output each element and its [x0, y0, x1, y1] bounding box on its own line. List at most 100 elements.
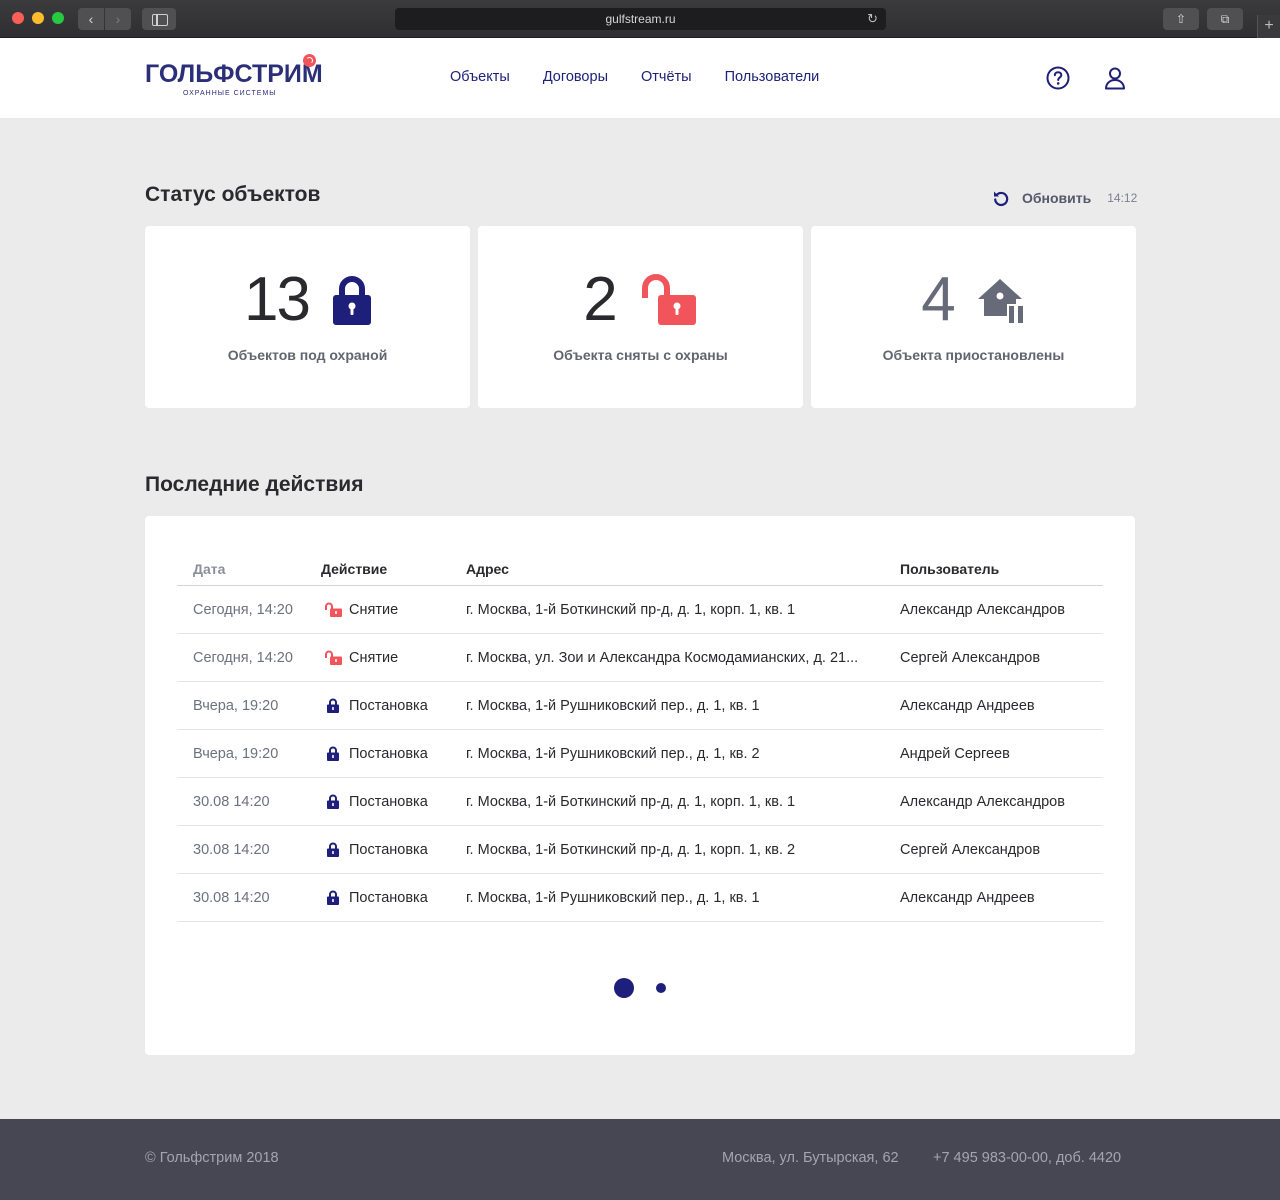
card-paused[interactable]: 4 Объекта приостановлены [811, 226, 1136, 408]
row-action: Постановка [319, 794, 466, 810]
site-footer: © Гольфстрим 2018 Москва, ул. Бутырская,… [0, 1119, 1280, 1200]
table-row[interactable]: 30.08 14:20 Постановка г. Москва, 1-й Ботк… [177, 778, 1103, 826]
disarmed-count: 2 [583, 265, 618, 334]
site-header: ГОЛЬФСТРИМ ОХРАННЫЕ СИСТЕМЫ Объекты Дого… [0, 38, 1280, 118]
row-date: 30.08 14:20 [193, 841, 270, 858]
table-row[interactable]: 30.08 14:20 Постановка г. Москва, 1-й Ботк… [177, 826, 1103, 874]
main-nav: Объекты Договоры Отчёты Пользователи [450, 69, 819, 85]
actions-panel: Дата Действие Адрес Пользователь Сегодня… [145, 516, 1135, 1055]
help-icon[interactable] [1046, 66, 1070, 90]
row-action: Постановка [319, 698, 466, 714]
table-row[interactable]: Сегодня, 14:20 Снятие г. Москва, 1-й Ботки… [177, 586, 1103, 634]
row-action-label: Постановка [349, 841, 428, 858]
reload-icon[interactable]: ↻ [867, 8, 878, 30]
row-action: Постановка [319, 890, 466, 906]
nav-contracts[interactable]: Договоры [543, 69, 608, 85]
row-user: Андрей Сергеев [900, 745, 1010, 762]
refresh-time: 14:12 [1107, 191, 1138, 205]
column-action[interactable]: Действие [319, 561, 466, 577]
logo-name: ГОЛЬФСТРИМ [145, 60, 323, 88]
table-row[interactable]: Сегодня, 14:20 Снятие г. Москва, ул. Зои и… [177, 634, 1103, 682]
row-date: Вчера, 19:20 [193, 697, 279, 714]
browser-toolbar: ‹ › gulfstream.ru ↻ ⇧ ⧉ + [0, 0, 1280, 38]
row-address: г. Москва, 1-й Рушниковский пер., д. 1, … [466, 889, 760, 906]
table-header: Дата Действие Адрес Пользователь [177, 552, 1103, 586]
lock-open-icon [319, 650, 347, 665]
nav-reports[interactable]: Отчёты [641, 69, 692, 85]
row-action: Снятие [319, 602, 466, 618]
lock-closed-icon [332, 276, 371, 325]
user-profile-icon[interactable] [1103, 66, 1127, 90]
address-bar[interactable]: gulfstream.ru ↻ [395, 8, 886, 30]
brand-logo[interactable]: ГОЛЬФСТРИМ ОХРАННЫЕ СИСТЕМЫ [145, 54, 323, 97]
row-action-label: Постановка [349, 697, 428, 714]
armed-count: 13 [244, 265, 311, 334]
row-date: Вчера, 19:20 [193, 745, 279, 762]
lock-closed-icon [319, 794, 347, 809]
status-title: Статус объектов [145, 183, 321, 206]
column-user[interactable]: Пользователь [900, 561, 1103, 577]
row-user: Александр Александров [900, 601, 1065, 618]
armed-caption: Объектов под охраной [227, 347, 388, 363]
minimize-window-button[interactable] [32, 12, 44, 24]
lock-closed-icon [319, 698, 347, 713]
row-address: г. Москва, 1-й Боткинский пр-д, д. 1, ко… [466, 601, 796, 618]
footer-phone[interactable]: +7 495 983-00-00, доб. 4420 [933, 1150, 1121, 1166]
page-dot-1[interactable] [614, 978, 634, 998]
lock-open-icon [319, 602, 347, 617]
share-button[interactable]: ⇧ [1163, 8, 1199, 30]
row-action-label: Постановка [349, 793, 428, 810]
row-address: г. Москва, 1-й Боткинский пр-д, д. 1, ко… [466, 841, 796, 858]
logo-tagline: ОХРАННЫЕ СИСТЕМЫ [183, 90, 277, 97]
lock-closed-icon [319, 890, 347, 905]
row-user: Александр Александров [900, 793, 1065, 810]
new-tab-button[interactable]: + [1257, 15, 1280, 38]
row-action-label: Постановка [349, 889, 428, 906]
forward-button[interactable]: › [105, 8, 131, 30]
logo-signal-icon [303, 54, 316, 67]
row-action: Постановка [319, 746, 466, 762]
footer-address: Москва, ул. Бутырская, 62 [722, 1150, 899, 1166]
back-button[interactable]: ‹ [78, 8, 104, 30]
column-address[interactable]: Адрес [466, 561, 900, 577]
page-dot-2[interactable] [656, 983, 666, 993]
row-date: 30.08 14:20 [193, 889, 270, 906]
row-action-label: Снятие [349, 649, 399, 666]
refresh-label: Обновить [1022, 190, 1092, 206]
table-row[interactable]: 30.08 14:20 Постановка г. Москва, 1-й Рушн… [177, 874, 1103, 922]
table-row[interactable]: Вчера, 19:20 Постановка г. Москва, 1-й Руш… [177, 682, 1103, 730]
column-date[interactable]: Дата [177, 561, 319, 577]
row-user: Александр Андреев [900, 889, 1035, 906]
lock-closed-icon [319, 746, 347, 761]
row-action-label: Снятие [349, 601, 399, 618]
nav-users[interactable]: Пользователи [725, 69, 820, 85]
row-date: Сегодня, 14:20 [193, 649, 293, 666]
refresh-button[interactable]: Обновить 14:12 [992, 189, 1137, 207]
pagination [145, 978, 1135, 998]
close-window-button[interactable] [12, 12, 24, 24]
row-address: г. Москва, 1-й Боткинский пр-д, д. 1, ко… [466, 793, 796, 810]
card-armed[interactable]: 13 Объектов под охраной [145, 226, 470, 408]
row-address: г. Москва, ул. Зои и Александра Космодам… [466, 649, 859, 666]
footer-copyright: © Гольфстрим 2018 [145, 1150, 279, 1166]
nav-objects[interactable]: Объекты [450, 69, 510, 85]
row-address: г. Москва, 1-й Рушниковский пер., д. 1, … [466, 745, 760, 762]
lock-closed-icon [319, 842, 347, 857]
card-disarmed[interactable]: 2 Объекта сняты с охраны [478, 226, 803, 408]
refresh-icon [994, 191, 1009, 206]
row-user: Сергей Александров [900, 649, 1041, 666]
row-user: Сергей Александров [900, 841, 1041, 858]
row-date: Сегодня, 14:20 [193, 601, 293, 618]
house-pause-icon [977, 279, 1025, 326]
row-date: 30.08 14:20 [193, 793, 270, 810]
actions-title: Последние действия [145, 473, 364, 496]
table-row[interactable]: Вчера, 19:20 Постановка г. Москва, 1-й Руш… [177, 730, 1103, 778]
sidebar-toggle-button[interactable] [142, 8, 176, 30]
disarmed-caption: Объекта сняты с охраны [553, 347, 728, 363]
paused-count: 4 [921, 265, 956, 334]
tabs-overview-button[interactable]: ⧉ [1207, 8, 1243, 30]
actions-table: Дата Действие Адрес Пользователь Сегодня… [177, 552, 1103, 922]
paused-caption: Объекта приостановлены [882, 347, 1065, 363]
maximize-window-button[interactable] [52, 12, 64, 24]
row-user: Александр Андреев [900, 697, 1035, 714]
